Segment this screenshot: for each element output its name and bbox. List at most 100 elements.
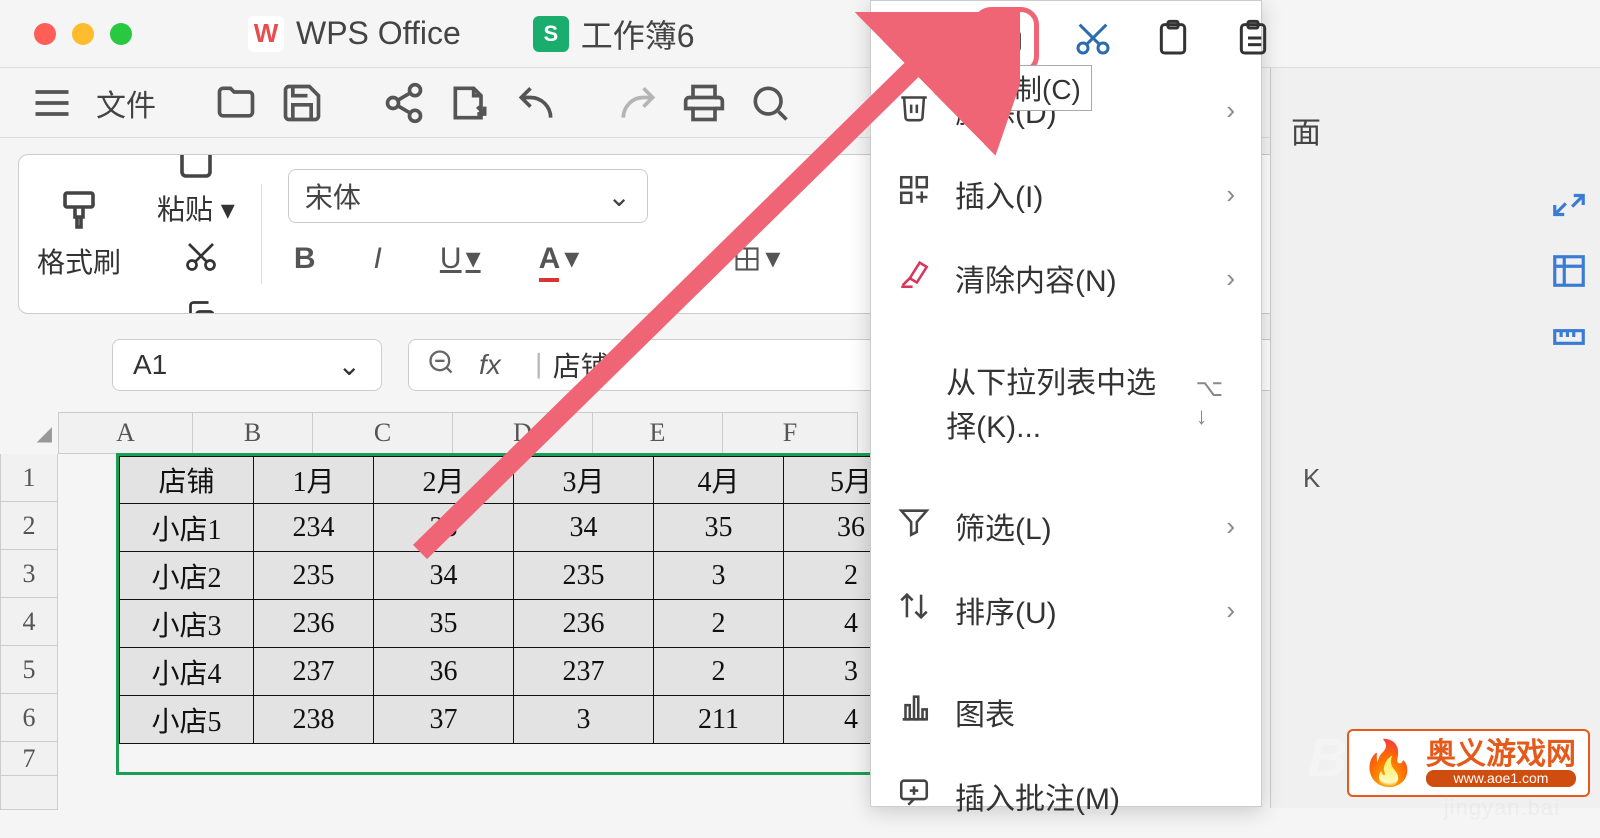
copy-icon[interactable] — [183, 298, 219, 314]
cell-D5[interactable]: 237 — [514, 648, 654, 696]
menu-item-label: 排序(U) — [955, 588, 1057, 632]
cell-D3[interactable]: 235 — [514, 552, 654, 600]
find-icon[interactable] — [748, 81, 792, 125]
context-menu-item[interactable]: 筛选(L)› — [871, 484, 1261, 568]
file-menu[interactable]: 文件 — [96, 81, 156, 125]
app-tab-wps[interactable]: W WPS Office — [248, 15, 461, 52]
cell-C6[interactable]: 37 — [374, 696, 514, 744]
font-select[interactable]: 宋体 ⌄ — [288, 169, 648, 223]
context-menu-item[interactable]: 插入批注(M) — [871, 754, 1261, 838]
cell-A4[interactable]: 小店3 — [119, 600, 254, 648]
column-header-E[interactable]: E — [593, 412, 723, 454]
paste-label[interactable]: 粘贴 ▾ — [157, 188, 235, 228]
row-header-4[interactable]: 4 — [0, 598, 58, 646]
cell-E3[interactable]: 3 — [654, 552, 784, 600]
context-menu-item[interactable]: 图表 — [871, 670, 1261, 754]
redo-icon[interactable] — [616, 81, 660, 125]
chevron-down-icon: ⌄ — [338, 349, 361, 382]
paste-special-icon[interactable] — [1233, 18, 1273, 63]
ruler-panel-icon[interactable] — [1550, 318, 1588, 356]
cell-A2[interactable]: 小店1 — [119, 504, 254, 552]
cell-C1[interactable]: 2月 — [374, 456, 514, 504]
menu-icon[interactable] — [30, 81, 74, 125]
cell-B5[interactable]: 237 — [254, 648, 374, 696]
cell-D2[interactable]: 34 — [514, 504, 654, 552]
document-tab[interactable]: S 工作簿6 — [533, 11, 695, 57]
save-icon[interactable] — [280, 81, 324, 125]
selected-range[interactable]: 店铺1月2月3月4月5月小店123433343536小店22353423532小… — [116, 453, 922, 775]
cell-A3[interactable]: 小店2 — [119, 552, 254, 600]
open-icon[interactable] — [214, 81, 258, 125]
menu-item-label: 插入批注(M) — [955, 774, 1120, 818]
cell-A5[interactable]: 小店4 — [119, 648, 254, 696]
row-header-5[interactable]: 5 — [0, 646, 58, 694]
menu-item-label: 插入(I) — [955, 172, 1043, 216]
cell-C3[interactable]: 34 — [374, 552, 514, 600]
cell-C2[interactable]: 33 — [374, 504, 514, 552]
cell-B3[interactable]: 235 — [254, 552, 374, 600]
cell-B6[interactable]: 238 — [254, 696, 374, 744]
cell-D6[interactable]: 3 — [514, 696, 654, 744]
select-all-corner[interactable]: ◢ — [0, 412, 58, 454]
context-menu-item[interactable]: 插入(I)› — [871, 152, 1261, 236]
row-header-6[interactable]: 6 — [0, 694, 58, 742]
column-header-K[interactable]: K — [1303, 463, 1320, 494]
paste-icon[interactable] — [1153, 18, 1193, 63]
cut-icon[interactable] — [1073, 18, 1113, 63]
column-header-D[interactable]: D — [453, 412, 593, 454]
chevron-down-icon: ⌄ — [607, 180, 630, 213]
column-header-B[interactable]: B — [193, 412, 313, 454]
table-panel-icon[interactable] — [1550, 252, 1588, 290]
row-header-1[interactable]: 1 — [0, 454, 58, 502]
borders-button[interactable]: ▾ — [733, 241, 780, 276]
cell-E2[interactable]: 35 — [654, 504, 784, 552]
cell-D1[interactable]: 3月 — [514, 456, 654, 504]
cell-E1[interactable]: 4月 — [654, 456, 784, 504]
export-icon[interactable] — [448, 81, 492, 125]
underline-button[interactable]: U ▾ — [440, 241, 481, 276]
row-header-3[interactable]: 3 — [0, 550, 58, 598]
column-header-F[interactable]: F — [723, 412, 858, 454]
format-painter-icon — [55, 187, 103, 235]
window-controls — [34, 23, 132, 45]
share-icon[interactable] — [382, 81, 426, 125]
site-name: 奥义游戏网 — [1426, 739, 1576, 771]
context-menu-item[interactable]: 清除内容(N)› — [871, 236, 1261, 320]
chevron-right-icon: › — [1226, 263, 1235, 294]
expand-panel-icon[interactable] — [1550, 186, 1588, 224]
name-box[interactable]: A1 ⌄ — [112, 339, 382, 391]
copy-as-text-button[interactable]: A — [973, 7, 1039, 74]
cell-D4[interactable]: 236 — [514, 600, 654, 648]
column-header-A[interactable]: A — [58, 412, 193, 454]
cell-E4[interactable]: 2 — [654, 600, 784, 648]
zoom-out-icon[interactable] — [427, 348, 455, 383]
maximize-window-button[interactable] — [110, 23, 132, 45]
cell-C5[interactable]: 36 — [374, 648, 514, 696]
context-menu-item[interactable]: 排序(U)› — [871, 568, 1261, 652]
row-header-7[interactable]: 7 — [0, 742, 58, 776]
cell-C4[interactable]: 35 — [374, 600, 514, 648]
bold-button[interactable]: B — [294, 242, 316, 276]
cut-icon[interactable] — [183, 238, 219, 274]
font-color-button[interactable]: A ▾ — [539, 241, 580, 276]
column-header-C[interactable]: C — [313, 412, 453, 454]
minimize-window-button[interactable] — [72, 23, 94, 45]
cell-B4[interactable]: 236 — [254, 600, 374, 648]
formula-text: 丨店铺 — [525, 345, 609, 385]
context-menu-item[interactable]: 从下拉列表中选择(K)...⌥ ↓ — [871, 338, 1261, 466]
cell-A6[interactable]: 小店5 — [119, 696, 254, 744]
chart-icon — [897, 691, 931, 733]
cell-B1[interactable]: 1月 — [254, 456, 374, 504]
cell-B2[interactable]: 234 — [254, 504, 374, 552]
row-header-2[interactable]: 2 — [0, 502, 58, 550]
undo-icon[interactable] — [514, 81, 558, 125]
italic-button[interactable]: I — [374, 242, 382, 276]
cell-E6[interactable]: 211 — [654, 696, 784, 744]
close-window-button[interactable] — [34, 23, 56, 45]
print-icon[interactable] — [682, 81, 726, 125]
paste-icon[interactable] — [172, 154, 220, 182]
format-painter-group[interactable]: 格式刷 — [19, 155, 139, 313]
cell-A1[interactable]: 店铺 — [119, 456, 254, 504]
copy-icon[interactable] — [899, 18, 939, 63]
cell-E5[interactable]: 2 — [654, 648, 784, 696]
